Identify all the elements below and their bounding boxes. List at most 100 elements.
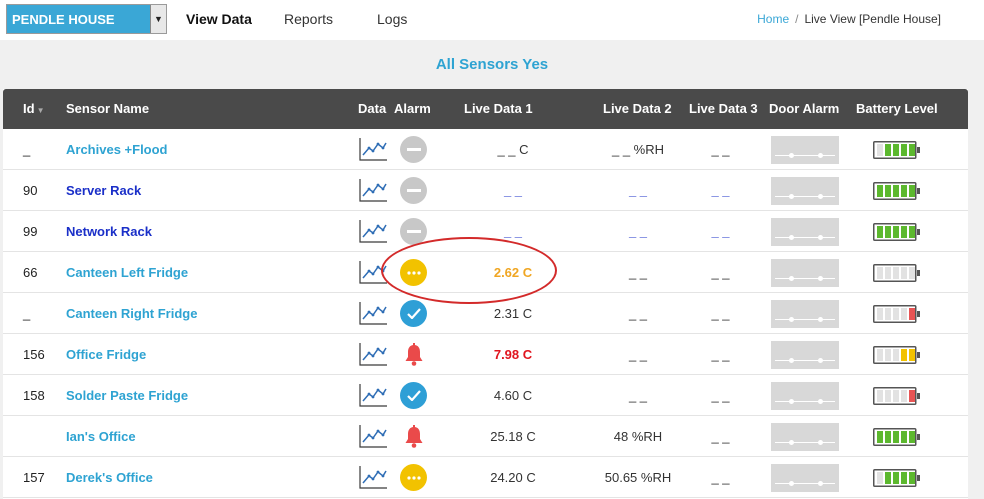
live-data-2: _ _ %RH [611,142,665,157]
live-data-1: 4.60 C [493,388,533,403]
sort-icon[interactable]: ▼ [37,106,45,115]
chart-icon[interactable] [359,342,388,366]
live-data-3: _ _ [711,429,730,444]
table-row[interactable]: 158 Solder Paste Fridge 4.60 C _ _ _ _ [3,375,968,416]
live-data-1: 24.20 C [490,470,536,485]
ellipsis-icon [406,475,421,480]
column-header-alarm: Alarm [394,101,431,116]
sensor-name-link[interactable]: Ian's Office [66,429,136,444]
sensor-name-link[interactable]: Archives +Flood [66,142,168,157]
table-row[interactable]: 157 Derek's Office 24.20 C 50.65 %RH _ _ [3,457,968,498]
nav-reports[interactable]: Reports [284,11,333,27]
battery-level-icon [873,304,921,324]
breadcrumb: Home / Live View [Pendle House] [757,12,941,26]
live-data-2: _ _ [628,306,648,321]
sensor-id: _ [23,142,31,157]
chart-icon[interactable] [359,219,388,243]
column-header-door: Door Alarm [769,101,840,116]
alarm-bell-icon[interactable] [400,341,427,368]
door-alarm-slider[interactable] [771,259,839,287]
live-data-2: _ _ [628,388,648,403]
live-data-2: 48 %RH [613,429,663,444]
live-data-3: _ _ [711,224,730,239]
breadcrumb-home[interactable]: Home [757,12,789,26]
live-data-3: _ _ [711,142,730,157]
table-row[interactable]: _ Archives +Flood _ _ C _ _ %RH _ _ [3,129,968,170]
column-header-live1: Live Data 1 [464,101,533,116]
door-alarm-slider[interactable] [771,136,839,164]
chart-icon[interactable] [359,383,388,407]
column-header-id[interactable]: Id ▼ [23,101,44,116]
sensor-id: 156 [23,347,45,362]
door-alarm-slider[interactable] [771,464,839,492]
live-data-3: _ _ [711,347,730,362]
battery-level-icon [873,140,921,160]
table-row[interactable]: Ian's Office 25.18 C 48 %RH _ _ [3,416,968,457]
sensor-name-link[interactable]: Network Rack [66,224,152,239]
sensor-name-link[interactable]: Canteen Right Fridge [66,306,197,321]
table-header: Id ▼ Sensor Name Data Alarm Live Data 1 L… [3,89,968,129]
nav-view-data[interactable]: View Data [186,11,252,27]
chart-icon[interactable] [359,465,388,489]
door-alarm-slider[interactable] [771,177,839,205]
sensor-name-link[interactable]: Derek's Office [66,470,153,485]
battery-level-icon [873,181,921,201]
chart-icon[interactable] [359,301,388,325]
column-header-name: Sensor Name [66,101,150,116]
battery-level-icon [873,386,921,406]
door-alarm-slider[interactable] [771,382,839,410]
annotation-circle [381,237,557,304]
live-data-1: 2.31 C [493,306,533,321]
door-alarm-slider[interactable] [771,423,839,451]
live-data-2: _ _ [628,224,648,239]
door-alarm-slider[interactable] [771,341,839,369]
alarm-bell-icon[interactable] [400,423,427,450]
sensor-id: 99 [23,224,38,239]
door-alarm-slider[interactable] [771,300,839,328]
top-bar: PENDLE HOUSE ▼ View Data Reports Logs Ho… [0,0,984,40]
minus-icon [406,147,421,151]
sensor-name-link[interactable]: Office Fridge [66,347,146,362]
live-data-2: _ _ [628,347,648,362]
breadcrumb-separator: / [795,12,799,26]
live-data-3: _ _ [711,265,730,280]
live-data-3: _ _ [711,183,730,198]
sensor-name-link[interactable]: Solder Paste Fridge [66,388,188,403]
table-row[interactable]: 156 Office Fridge 7.98 C _ _ _ _ [3,334,968,375]
minus-icon [406,188,421,192]
column-header-battery: Battery Level [856,101,938,116]
chart-icon[interactable] [359,424,388,448]
column-header-live3: Live Data 3 [689,101,758,116]
nav-logs[interactable]: Logs [377,11,407,27]
live-data-2: _ _ [628,183,648,198]
sensor-id: 66 [23,265,38,280]
sensor-name-link[interactable]: Canteen Left Fridge [66,265,188,280]
column-header-data: Data [358,101,387,116]
minus-icon [406,229,421,233]
alarm-ok-icon[interactable] [400,382,427,409]
sensor-id: 157 [23,470,45,485]
table-row[interactable]: 90 Server Rack _ _ _ _ _ _ [3,170,968,211]
battery-level-icon [873,345,921,365]
battery-level-icon [873,427,921,447]
live-data-3: _ _ [711,306,730,321]
sensor-id: 158 [23,388,45,403]
chart-icon[interactable] [359,137,388,161]
sensor-id: _ [23,306,31,321]
site-selector[interactable]: PENDLE HOUSE ▼ [6,4,167,34]
alarm-pending-icon[interactable] [400,464,427,491]
live-data-1: _ _ [503,183,523,198]
live-data-2: _ _ [628,265,648,280]
live-data-3: _ _ [711,470,730,485]
battery-level-icon [873,468,921,488]
chevron-down-icon[interactable]: ▼ [150,5,166,33]
live-data-1: 7.98 C [493,347,533,362]
alarm-disabled-icon[interactable] [400,136,427,163]
live-data-1: _ _ C [497,142,529,157]
check-icon [406,308,421,319]
alarm-disabled-icon[interactable] [400,177,427,204]
sensor-name-link[interactable]: Server Rack [66,183,141,198]
alarm-ok-icon[interactable] [400,300,427,327]
chart-icon[interactable] [359,178,388,202]
door-alarm-slider[interactable] [771,218,839,246]
